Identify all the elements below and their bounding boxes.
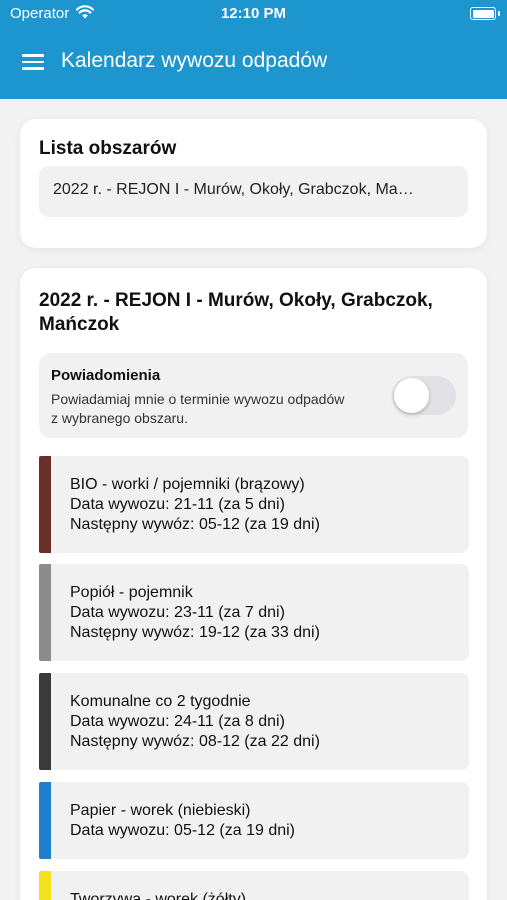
waste-item-name: Tworzywa - worek (żółty) [70, 891, 247, 900]
area-select[interactable]: 2022 r. - REJON I - Murów, Okoły, Grabcz… [39, 166, 468, 217]
hamburger-menu-icon[interactable] [22, 54, 46, 72]
waste-item-name: Komunalne co 2 tygodnie [70, 693, 251, 710]
waste-item-date: Data wywozu: 21-11 (za 5 dni) [70, 496, 285, 513]
waste-item-next: Następny wywóz: 19-12 (za 33 dni) [70, 624, 320, 641]
waste-item-name: Papier - worek (niebieski) [70, 802, 251, 819]
waste-item-tworzywa: Tworzywa - worek (żółty) [39, 871, 469, 900]
waste-item-next: Następny wywóz: 05-12 (za 19 dni) [70, 516, 320, 533]
waste-item-bio: BIO - worki / pojemniki (brązowy) Data w… [39, 456, 469, 553]
notifications-description: Powiadamiaj mnie o terminie wywozu odpad… [51, 391, 345, 426]
waste-item-komunalne: Komunalne co 2 tygodnie Data wywozu: 24-… [39, 673, 469, 770]
waste-item-next: Następny wywóz: 08-12 (za 22 dni) [70, 733, 320, 750]
waste-item-name: BIO - worki / pojemniki (brązowy) [70, 476, 305, 493]
waste-item-papier: Papier - worek (niebieski) Data wywozu: … [39, 782, 469, 859]
waste-item-date: Data wywozu: 23-11 (za 7 dni) [70, 604, 285, 621]
toggle-knob [394, 378, 429, 413]
region-title: 2022 r. - REJON I - Murów, Okoły, Grabcz… [39, 290, 433, 335]
area-list-heading: Lista obszarów [39, 138, 177, 159]
waste-item-date: Data wywozu: 05-12 (za 19 dni) [70, 822, 295, 839]
waste-item-popiol: Popiół - pojemnik Data wywozu: 23-11 (za… [39, 564, 469, 661]
waste-color-indicator [39, 782, 51, 859]
waste-color-indicator [39, 871, 51, 900]
app-bar: Operator 12:10 PM Kalendarz wywozu odpad… [0, 0, 507, 99]
waste-color-indicator [39, 673, 51, 770]
notifications-toggle[interactable] [392, 376, 456, 415]
waste-item-date: Data wywozu: 24-11 (za 8 dni) [70, 713, 285, 730]
notifications-title: Powiadomienia [51, 367, 161, 384]
notifications-panel: Powiadomienia Powiadamiaj mnie o termini… [39, 353, 468, 438]
status-bar: Operator 12:10 PM [0, 0, 507, 28]
status-time: 12:10 PM [220, 5, 287, 22]
area-list-card: Lista obszarów 2022 r. - REJON I - Murów… [20, 119, 487, 248]
battery-icon [470, 7, 500, 20]
waste-color-indicator [39, 456, 51, 553]
region-card: 2022 r. - REJON I - Murów, Okoły, Grabcz… [20, 268, 487, 900]
waste-item-name: Popiół - pojemnik [70, 584, 193, 601]
waste-color-indicator [39, 564, 51, 661]
app-title: Kalendarz wywozu odpadów [61, 49, 328, 72]
